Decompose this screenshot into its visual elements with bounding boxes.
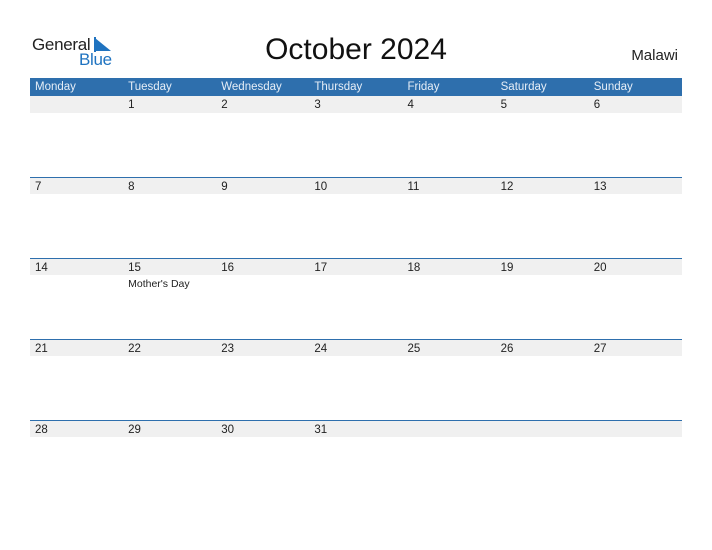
day-cell: 29 xyxy=(123,421,216,439)
week-row: 21 22 23 24 25 26 27 xyxy=(30,339,682,420)
holiday-label: Mother's Day xyxy=(128,278,190,290)
weeks-container: 1 2 3 4 5 6 7 8 9 10 11 12 13 14 15 Mother's Day 16 17 18 1… xyxy=(30,96,682,501)
day-number: 13 xyxy=(593,181,607,193)
day-cell: 15 Mother's Day xyxy=(123,259,216,290)
week-cells: 1 2 3 4 5 6 xyxy=(30,96,682,114)
day-cell xyxy=(403,421,496,439)
day-cell: 6 xyxy=(589,96,682,114)
day-number: 22 xyxy=(128,343,141,355)
day-number: 2 xyxy=(221,99,228,111)
calendar-title: October 2024 xyxy=(265,33,447,66)
week-cells: 7 8 9 10 11 12 13 xyxy=(30,178,682,196)
day-number: 11 xyxy=(407,181,420,193)
day-number: 9 xyxy=(221,181,228,193)
day-number: 8 xyxy=(128,181,135,193)
day-number: 4 xyxy=(407,99,414,111)
week-row: 7 8 9 10 11 12 13 xyxy=(30,177,682,258)
day-cell: 19 xyxy=(496,259,589,290)
week-row: 14 15 Mother's Day 16 17 18 19 20 xyxy=(30,258,682,339)
day-number: 16 xyxy=(221,262,235,274)
week-cells: 14 15 Mother's Day 16 17 18 19 20 xyxy=(30,259,682,290)
day-number: 12 xyxy=(500,181,514,193)
weekday-tuesday: Tuesday xyxy=(128,81,172,93)
weekday-header: Monday Tuesday Wednesday Thursday Friday… xyxy=(30,78,682,96)
day-number xyxy=(35,96,123,114)
week-row: 28 29 30 31 xyxy=(30,420,682,501)
day-cell: 3 xyxy=(309,96,402,114)
day-number: 18 xyxy=(407,262,421,274)
day-number: 23 xyxy=(221,343,235,355)
day-number: 24 xyxy=(314,343,328,355)
day-cell: 1 xyxy=(123,96,216,114)
day-cell: 7 xyxy=(30,178,123,196)
day-number: 15 xyxy=(128,262,141,274)
day-number: 5 xyxy=(500,99,508,111)
day-number: 29 xyxy=(128,424,141,436)
day-number: 25 xyxy=(407,343,421,355)
day-number: 26 xyxy=(500,343,514,355)
day-cell: 8 xyxy=(123,178,216,196)
day-number xyxy=(594,421,682,439)
day-cell xyxy=(30,96,123,114)
day-number: 6 xyxy=(593,99,601,111)
day-cell: 4 xyxy=(403,96,496,114)
country-label: Malawi xyxy=(631,47,678,64)
day-cell: 20 xyxy=(589,259,682,290)
day-number: 3 xyxy=(314,99,321,111)
day-cell: 11 xyxy=(403,178,496,196)
day-number: 1 xyxy=(128,99,135,111)
day-number: 14 xyxy=(35,262,48,274)
week-cells: 21 22 23 24 25 26 27 xyxy=(30,340,682,358)
week-cells: 28 29 30 31 xyxy=(30,421,682,439)
weekday-saturday: Saturday xyxy=(500,81,547,93)
day-cell xyxy=(496,421,589,439)
day-number: 19 xyxy=(500,262,514,274)
day-number xyxy=(408,421,496,439)
day-number: 30 xyxy=(221,424,235,436)
calendar-grid: Monday Tuesday Wednesday Thursday Friday… xyxy=(30,78,682,501)
weekday-friday: Friday xyxy=(407,81,440,93)
week-row: 1 2 3 4 5 6 xyxy=(30,96,682,177)
day-number: 28 xyxy=(35,424,48,436)
day-number: 20 xyxy=(593,262,607,274)
day-cell: 22 xyxy=(123,340,216,358)
day-number: 17 xyxy=(314,262,328,274)
day-cell: 13 xyxy=(589,178,682,196)
day-cell: 12 xyxy=(496,178,589,196)
day-cell: 2 xyxy=(216,96,309,114)
day-cell: 10 xyxy=(309,178,402,196)
day-cell: 31 xyxy=(309,421,402,439)
day-cell: 25 xyxy=(403,340,496,358)
day-number: 31 xyxy=(314,424,328,436)
weekday-wednesday: Wednesday xyxy=(221,81,282,93)
day-number: 27 xyxy=(593,343,607,355)
day-cell xyxy=(589,421,682,439)
day-cell: 23 xyxy=(216,340,309,358)
day-cell: 24 xyxy=(309,340,402,358)
day-number: 7 xyxy=(35,181,42,193)
day-number: 21 xyxy=(35,343,48,355)
day-number: 10 xyxy=(314,181,328,193)
weekday-monday: Monday xyxy=(35,81,76,93)
day-cell: 5 xyxy=(496,96,589,114)
day-cell: 28 xyxy=(30,421,123,439)
day-cell: 30 xyxy=(216,421,309,439)
day-cell: 9 xyxy=(216,178,309,196)
weekday-thursday: Thursday xyxy=(314,81,363,93)
day-cell: 17 xyxy=(309,259,402,290)
day-cell: 14 xyxy=(30,259,123,290)
day-cell: 18 xyxy=(403,259,496,290)
day-cell: 16 xyxy=(216,259,309,290)
day-cell: 27 xyxy=(589,340,682,358)
day-cell: 21 xyxy=(30,340,123,358)
day-cell: 26 xyxy=(496,340,589,358)
day-number xyxy=(501,421,589,439)
weekday-sunday: Sunday xyxy=(593,81,633,93)
